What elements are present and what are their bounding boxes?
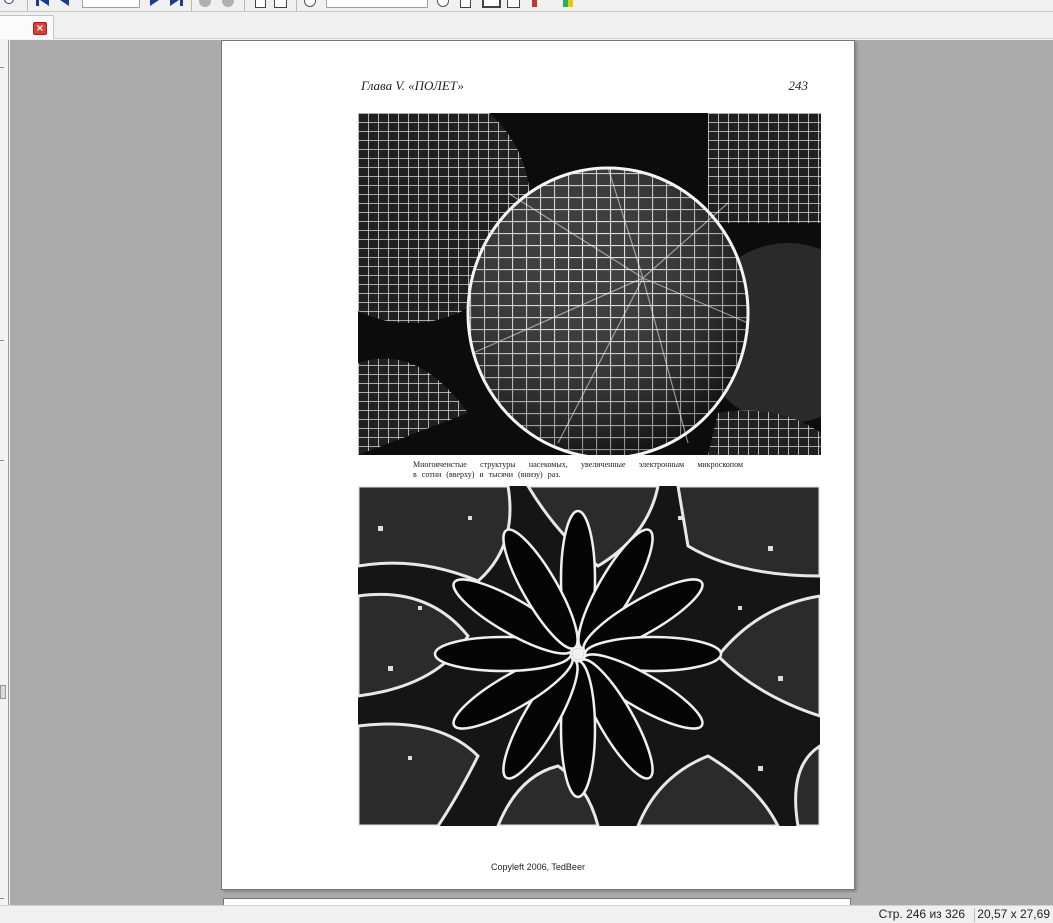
microscope-photo-top [358, 113, 821, 455]
page-number-input[interactable] [82, 0, 140, 8]
toolbar-separator [244, 0, 245, 11]
toolbar-separator [296, 0, 297, 11]
side-panel-scrollbar[interactable] [0, 685, 6, 699]
toolbar [0, 0, 1053, 12]
forward-icon[interactable] [222, 0, 234, 7]
first-page-button[interactable] [36, 0, 49, 8]
figure-caption: Многоячеистые структуры насекомых, увели… [413, 460, 743, 469]
close-icon[interactable]: × [33, 22, 47, 35]
status-separator [974, 908, 975, 922]
status-page-size: 20,57 x 27,69 [977, 907, 1050, 921]
tab-strip: × [0, 13, 1053, 39]
document-tab[interactable]: × [0, 15, 54, 39]
panel-tick [0, 460, 4, 461]
status-bar: Стр. 246 из 326 20,57 x 27,69 [0, 905, 1053, 923]
toolbar-separator [27, 0, 28, 11]
status-page-info: Стр. 246 из 326 [878, 907, 965, 921]
zoom-icon[interactable] [304, 0, 316, 7]
document-page: Глава V. «ПОЛЕТ» 243 Многоячеистые струк… [221, 40, 855, 890]
next-document-page [223, 898, 851, 905]
zoom-input[interactable] [326, 0, 428, 8]
previous-page-icon [60, 0, 69, 6]
previous-page-button[interactable] [60, 0, 69, 8]
panel-tick [0, 898, 4, 899]
running-head: Глава V. «ПОЛЕТ» [361, 78, 464, 93]
page-footer: Copyleft 2006, TedBeer [491, 862, 585, 872]
page-number: 243 [788, 78, 809, 93]
zoom-in-icon[interactable] [437, 0, 449, 7]
figure-caption-line2: в сотни (вверху) и тысячи (внизу) раз. [413, 470, 561, 479]
search-icon[interactable] [4, 0, 14, 8]
last-page-button[interactable] [170, 0, 183, 8]
fit-width-icon[interactable] [482, 0, 501, 8]
toolbar-separator [191, 0, 192, 11]
side-panel [0, 40, 9, 905]
bookmark-icon[interactable] [532, 0, 542, 7]
microscope-photo-bottom [358, 486, 820, 826]
panel-tick [0, 340, 4, 341]
next-page-icon [150, 0, 159, 6]
fit-page-icon[interactable] [460, 0, 471, 8]
last-page-icon [170, 0, 179, 6]
single-page-icon[interactable] [255, 0, 266, 8]
first-page-icon [36, 0, 39, 6]
panel-tick [0, 67, 4, 68]
next-page-button[interactable] [150, 0, 159, 8]
properties-icon[interactable] [563, 0, 573, 7]
back-icon[interactable] [199, 0, 211, 7]
two-pages-icon[interactable] [274, 0, 287, 8]
continuous-icon[interactable] [507, 0, 520, 8]
document-viewer[interactable]: Глава V. «ПОЛЕТ» 243 Многоячеистые струк… [10, 40, 1053, 905]
